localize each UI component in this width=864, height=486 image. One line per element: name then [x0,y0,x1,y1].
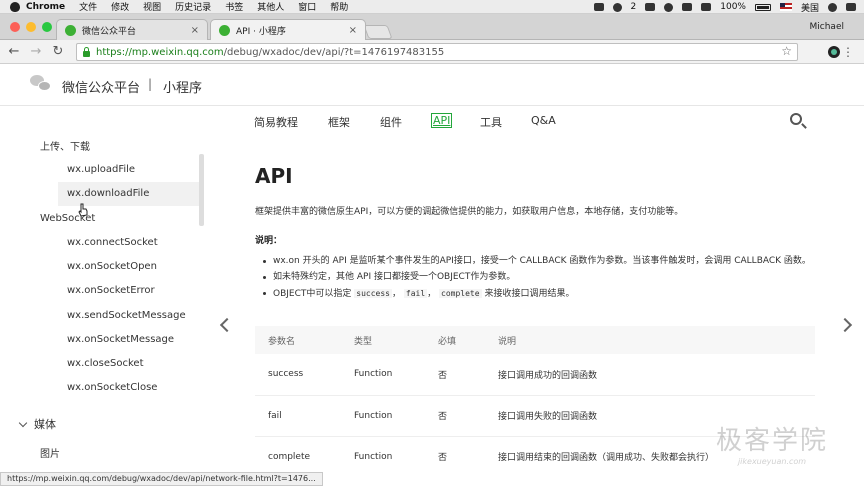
tab-close-icon[interactable]: × [349,25,357,36]
watermark-text: 极客学院 [716,426,829,456]
search-icon[interactable] [790,113,802,125]
chevron-down-icon [18,418,28,428]
menu-people[interactable]: 其他人 [257,0,284,13]
bookmark-star-icon[interactable]: ☆ [781,44,792,58]
url-path: /debug/wxadoc/dev/api/?t=1476197483155 [223,46,445,58]
col-desc: 说明 [485,326,815,354]
battery-icon[interactable] [754,3,771,11]
wechat-favicon-icon [65,24,76,36]
profile-name[interactable]: Michael [810,22,844,32]
sidebar-item-image[interactable]: 图片 [40,445,60,460]
dropbox-icon[interactable] [612,2,622,12]
note-list: wx.on 开头的 API 是监听某个事件发生的API接口，接受一个 CALLB… [263,254,823,303]
notification-count[interactable]: 2 [631,2,637,12]
note-label: 说明： [255,236,283,246]
site-subtitle[interactable]: 小程序 [163,77,202,96]
sidebar-item-onsocketopen[interactable]: wx.onSocketOpen [58,255,200,279]
close-window-icon[interactable] [10,22,20,32]
address-bar[interactable]: https://mp.weixin.qq.com /debug/wxadoc/d… [76,43,798,61]
sidebar-item-onsocketclose[interactable]: wx.onSocketClose [58,376,200,400]
nav-api[interactable]: API [431,113,453,128]
nav-components[interactable]: 组件 [380,114,402,130]
status-bar-url: https://mp.weixin.qq.com/debug/wxadoc/de… [0,472,323,486]
sidebar-item-sendsocketmessage[interactable]: wx.sendSocketMessage [58,304,200,328]
menu-history[interactable]: 历史记录 [175,0,211,13]
tab-close-icon[interactable]: × [191,25,199,36]
table-row: success Function 否 接口调用成功的回调函数 [255,354,815,396]
code-fail: fail [403,289,428,298]
zoom-window-icon[interactable] [42,22,52,32]
note-item: 如未特殊约定，其他 API 接口都接受一个OBJECT作为参数。 [263,270,823,285]
table-header-row: 参数名 类型 必填 说明 [255,326,815,354]
nav-tutorial[interactable]: 简易教程 [254,114,298,130]
page-title: API [255,164,293,188]
menu-bar: Chrome 文件 修改 视图 历史记录 书签 其他人 窗口 帮助 2 100%… [0,0,864,14]
camera-icon[interactable] [593,3,604,11]
sidebar-item-onsocketmessage[interactable]: wx.onSocketMessage [58,328,200,352]
sidebar-item-uploadfile[interactable]: wx.uploadFile [58,158,200,182]
sidebar-section-media[interactable]: 媒体 [18,416,56,432]
wechat-favicon-icon [219,24,230,36]
sidebar-item-onsocketerror[interactable]: wx.onSocketError [58,279,200,303]
reload-icon[interactable]: ↻ [50,44,66,60]
menu-bookmarks[interactable]: 书签 [225,0,243,13]
volume-icon[interactable] [701,3,712,11]
browser-toolbar: ← → ↻ https://mp.weixin.qq.com /debug/wx… [0,40,864,64]
menu-window[interactable]: 窗口 [298,0,316,13]
menu-status-area: 2 100% 美国 [593,0,856,14]
back-icon[interactable]: ← [6,44,22,60]
wifi-icon[interactable] [682,3,693,11]
sidebar: 上传、下载 wx.uploadFile wx.downloadFile WebS… [0,136,205,472]
watermark-url: jikexueyuan.com [737,457,807,466]
url-host: https://mp.weixin.qq.com [96,46,224,58]
sidebar-item-closesocket[interactable]: wx.closeSocket [58,352,200,376]
top-nav: 简易教程 框架 组件 API 工具 Q&A [0,106,864,136]
tab-strip: 微信公众平台 × API · 小程序 × Michael [0,14,864,40]
lock-icon [83,46,90,57]
col-required: 必填 [425,326,485,354]
sidebar-item-connectsocket[interactable]: wx.connectSocket [58,231,200,255]
tab-api[interactable]: API · 小程序 × [210,19,366,40]
site-title[interactable]: 微信公众平台 [62,77,140,96]
tab-title: 微信公众平台 [82,26,137,37]
tab-title: API · 小程序 [236,26,286,37]
list-icon[interactable] [846,3,856,11]
extension-icon[interactable] [828,46,840,58]
title-separator: | [148,77,153,91]
cloud-icon[interactable] [645,3,656,11]
time-machine-icon[interactable] [664,2,674,12]
tab-weixin[interactable]: 微信公众平台 × [56,19,208,40]
menu-file[interactable]: 文件 [79,0,97,13]
sidebar-group-upload: 上传、下载 [40,142,90,153]
forward-icon[interactable]: → [28,44,44,60]
wechat-logo-icon[interactable] [30,75,52,93]
sidebar-scrollbar[interactable] [199,154,204,226]
note-item: OBJECT中可以指定 success， fail， complete 来接收接… [263,286,823,302]
menu-kebab-icon[interactable]: ⋮ [842,45,854,59]
note-item: wx.on 开头的 API 是监听某个事件发生的API接口，接受一个 CALLB… [263,254,823,269]
search-spotlight-icon[interactable] [828,2,837,12]
site-header: 微信公众平台 | 小程序 [0,64,864,106]
battery-percent[interactable]: 100% [720,2,746,12]
menu-view[interactable]: 视图 [143,0,161,13]
window-controls [10,22,52,32]
nav-tools[interactable]: 工具 [480,114,502,130]
menu-app-name[interactable]: Chrome [26,2,65,12]
menu-edit[interactable]: 修改 [111,0,129,13]
nav-framework[interactable]: 框架 [328,114,350,130]
code-success: success [354,289,392,298]
menu-help[interactable]: 帮助 [330,0,348,13]
apple-icon[interactable] [10,1,20,12]
nav-qa[interactable]: Q&A [531,114,556,127]
new-tab-button[interactable] [363,25,393,39]
flag-icon[interactable] [779,3,792,11]
col-type: 类型 [341,326,425,354]
intro-text: 框架提供丰富的微信原生API，可以方便的调起微信提供的能力，如获取用户信息，本地… [255,207,684,217]
minimize-window-icon[interactable] [26,22,36,32]
code-complete: complete [439,289,482,298]
watermark: 极客学院 jikexueyuan.com [716,420,828,466]
sidebar-section-label: 媒体 [34,418,56,431]
col-param: 参数名 [255,326,341,354]
input-method[interactable]: 美国 [801,1,819,14]
